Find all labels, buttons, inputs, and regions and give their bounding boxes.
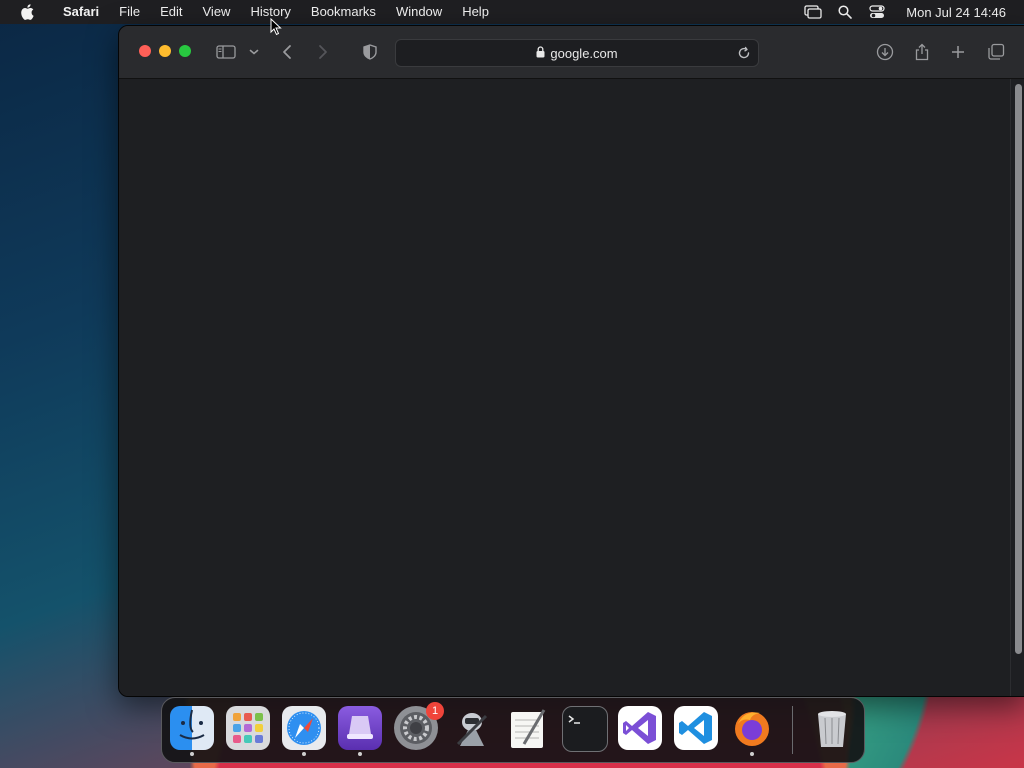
dock-firefox-icon[interactable] — [730, 706, 774, 756]
close-window-button[interactable] — [139, 45, 151, 57]
dock-terminal-icon[interactable] — [562, 706, 608, 752]
back-icon[interactable] — [279, 40, 295, 64]
minimize-window-button[interactable] — [159, 45, 171, 57]
reload-icon[interactable] — [736, 45, 752, 61]
menu-file[interactable]: File — [109, 0, 150, 24]
dock-launchpad-icon[interactable] — [226, 706, 270, 750]
sidebar-icon[interactable] — [215, 40, 237, 64]
web-content-area[interactable] — [119, 79, 1024, 696]
menu-bookmarks[interactable]: Bookmarks — [301, 0, 386, 24]
menu-edit[interactable]: Edit — [150, 0, 192, 24]
running-indicator — [750, 752, 754, 756]
menu-app-name[interactable]: Safari — [53, 0, 109, 24]
running-indicator — [302, 752, 306, 756]
dock-trash-icon[interactable] — [810, 706, 854, 750]
dock-vscode-icon[interactable] — [674, 706, 718, 750]
zoom-window-button[interactable] — [179, 45, 191, 57]
running-indicator — [358, 752, 362, 756]
dock-visual-studio-icon[interactable] — [618, 706, 662, 750]
mouse-pointer-icon — [270, 17, 282, 36]
menu-window[interactable]: Window — [386, 0, 452, 24]
menu-help[interactable]: Help — [452, 0, 499, 24]
new-tab-icon[interactable] — [950, 40, 966, 64]
apple-menu-icon[interactable] — [19, 0, 35, 24]
notification-badge: 1 — [426, 702, 444, 720]
url-text: google.com — [550, 45, 618, 61]
dock-finder-icon[interactable] — [170, 706, 214, 756]
scrollbar-thumb[interactable] — [1015, 84, 1022, 654]
menu-bar: Safari File Edit View History Bookmarks … — [0, 0, 1024, 24]
share-icon[interactable] — [913, 40, 931, 64]
dock-simulator-icon[interactable] — [338, 706, 382, 756]
dock-safari-icon[interactable] — [282, 706, 326, 756]
safari-window: google.com — [118, 25, 1024, 697]
privacy-shield-icon[interactable] — [362, 40, 378, 64]
address-bar[interactable]: google.com — [395, 39, 759, 67]
dock-separator — [792, 706, 793, 754]
spotlight-search-icon[interactable] — [836, 0, 854, 24]
dock-system-settings-icon[interactable]: 1 — [394, 702, 444, 750]
chevron-down-icon[interactable] — [247, 40, 261, 64]
dock-automator-icon[interactable] — [450, 706, 494, 750]
menu-clock[interactable]: Mon Jul 24 14:46 — [906, 5, 1006, 20]
lock-icon — [536, 45, 545, 61]
download-icon[interactable] — [875, 40, 895, 64]
tab-overview-icon[interactable] — [986, 40, 1006, 64]
dock-textedit-icon[interactable] — [506, 706, 550, 750]
screen-mirroring-icon[interactable] — [804, 0, 822, 24]
forward-icon[interactable] — [315, 40, 331, 64]
running-indicator — [190, 752, 194, 756]
control-center-icon[interactable] — [868, 0, 886, 24]
dock: 1 — [161, 697, 865, 763]
menu-view[interactable]: View — [193, 0, 241, 24]
browser-toolbar: google.com — [119, 26, 1024, 79]
